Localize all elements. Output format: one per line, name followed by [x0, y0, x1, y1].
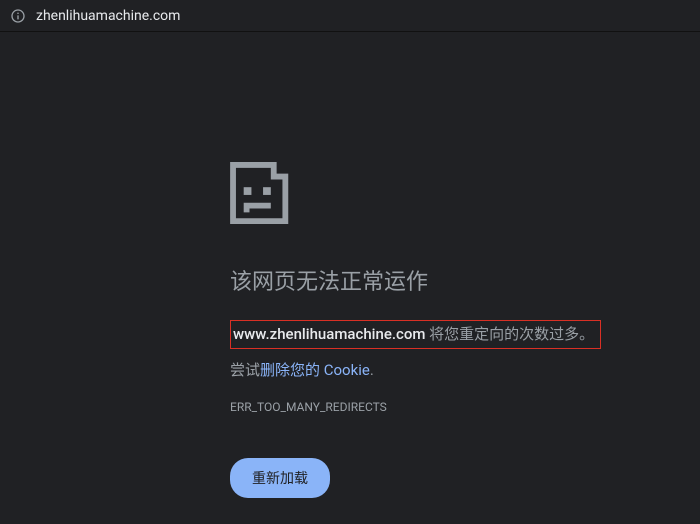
address-bar[interactable]: zhenlihuamachine.com [0, 0, 700, 32]
error-message-suffix: 将您重定向的次数过多。 [425, 325, 594, 343]
reload-button[interactable]: 重新加载 [230, 458, 330, 498]
suggestion-prefix: 尝试 [230, 361, 260, 379]
clear-cookies-link[interactable]: 删除您的 Cookie [260, 361, 370, 379]
info-icon [8, 6, 28, 26]
url-text[interactable]: zhenlihuamachine.com [36, 8, 180, 24]
error-message-highlight: www.zhenlihuamachine.com 将您重定向的次数过多。 [230, 320, 700, 359]
error-heading: 该网页无法正常运作 [230, 264, 700, 296]
error-page-content: 该网页无法正常运作 www.zhenlihuamachine.com 将您重定向… [0, 32, 700, 498]
error-code: ERR_TOO_MANY_REDIRECTS [230, 400, 700, 414]
error-suggestion: 尝试删除您的 Cookie. [230, 359, 700, 380]
sad-page-icon [230, 162, 300, 224]
error-domain: www.zhenlihuamachine.com [233, 325, 425, 343]
suggestion-suffix: . [370, 361, 374, 379]
